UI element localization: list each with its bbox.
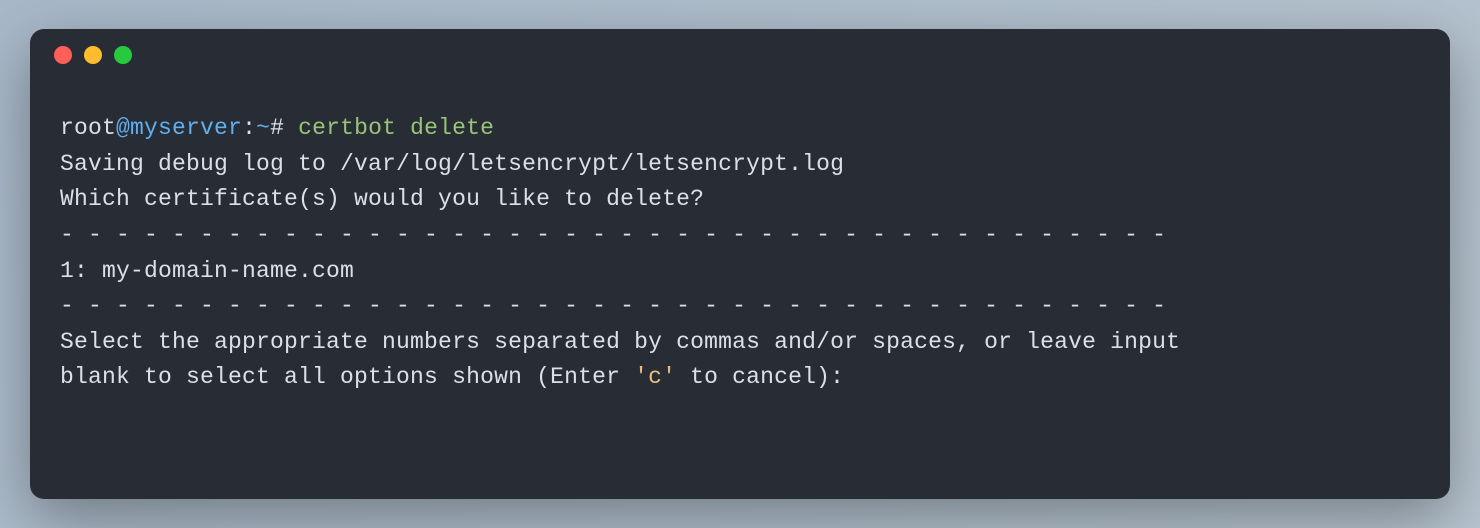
close-icon[interactable] xyxy=(54,46,72,64)
terminal-body[interactable]: root@myserver:~# certbot deleteSaving de… xyxy=(30,81,1450,499)
prompt-path: ~ xyxy=(256,115,270,141)
prompt-sep1: : xyxy=(242,115,256,141)
titlebar xyxy=(30,29,1450,81)
divider-line: - - - - - - - - - - - - - - - - - - - - … xyxy=(60,289,1420,325)
log-output-line: Saving debug log to /var/log/letsencrypt… xyxy=(60,147,1420,183)
cert-option-line: 1: my-domain-name.com xyxy=(60,254,1420,290)
prompt-line: root@myserver:~# certbot delete xyxy=(60,111,1420,147)
cancel-key: 'c' xyxy=(634,364,676,390)
select-post-text: to cancel): xyxy=(676,364,844,390)
select-pre-text: blank to select all options shown (Enter xyxy=(60,364,634,390)
question-line: Which certificate(s) would you like to d… xyxy=(60,182,1420,218)
divider-line: - - - - - - - - - - - - - - - - - - - - … xyxy=(60,218,1420,254)
terminal-window: root@myserver:~# certbot deleteSaving de… xyxy=(30,29,1450,499)
prompt-host: myserver xyxy=(130,115,242,141)
prompt-hash: # xyxy=(270,115,284,141)
select-instruction-line1: Select the appropriate numbers separated… xyxy=(60,325,1420,361)
prompt-user: root xyxy=(60,115,116,141)
maximize-icon[interactable] xyxy=(114,46,132,64)
prompt-at: @ xyxy=(116,115,130,141)
minimize-icon[interactable] xyxy=(84,46,102,64)
select-instruction-line2: blank to select all options shown (Enter… xyxy=(60,360,1420,396)
prompt-command: certbot delete xyxy=(298,115,494,141)
